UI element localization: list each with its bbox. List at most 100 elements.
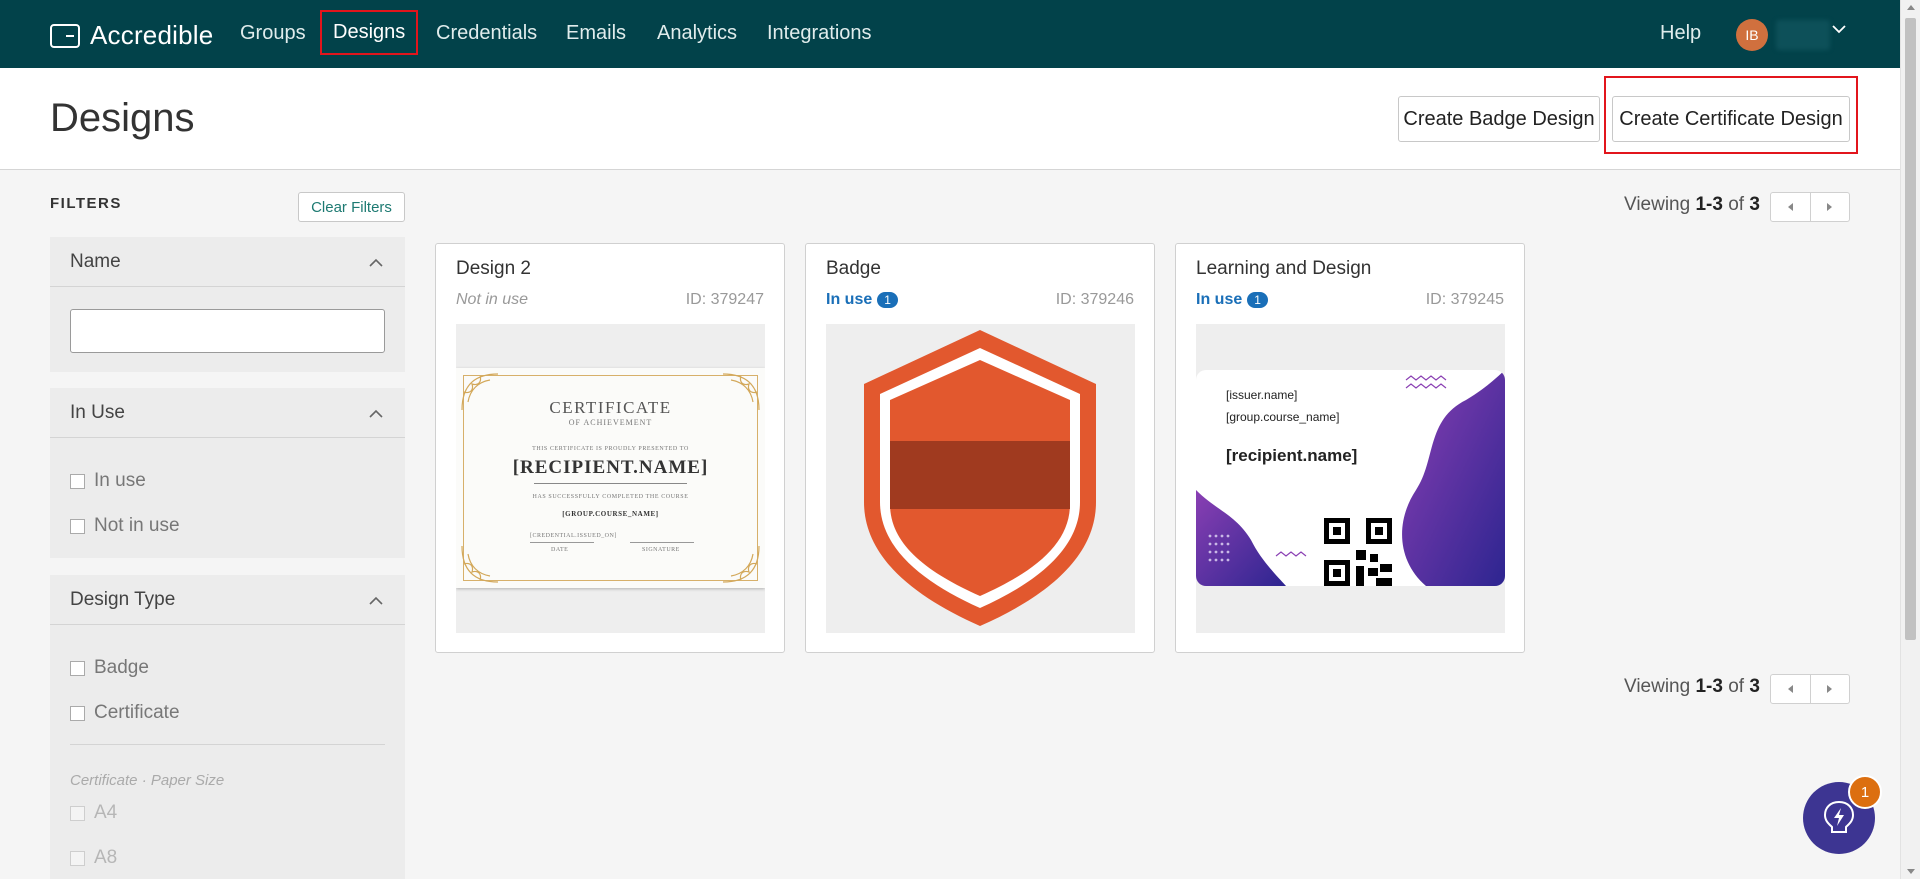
nav-groups[interactable]: Groups: [240, 22, 306, 45]
filter-certificate-option[interactable]: Certificate: [70, 702, 180, 724]
design-thumbnail[interactable]: [issuer.name] [group.course_name] [recip…: [1196, 324, 1505, 633]
filter-name-panel: Name: [50, 237, 405, 372]
course-name-placeholder: [group.course_name]: [1226, 410, 1340, 424]
scrollbar-thumb[interactable]: [1905, 18, 1916, 640]
certificate-signature-label: SIGNATURE: [642, 547, 680, 553]
design-card-title[interactable]: Learning and Design: [1196, 258, 1371, 280]
checkbox[interactable]: [70, 473, 85, 489]
design-card[interactable]: Badge In use 1 ID: 379246: [805, 243, 1155, 653]
filter-option-label: A8: [94, 847, 118, 868]
design-thumbnail[interactable]: CERTIFICATE OF ACHIEVEMENT THIS CERTIFIC…: [456, 324, 765, 633]
checkbox[interactable]: [70, 518, 85, 534]
certificate-date-label: DATE: [551, 547, 569, 553]
learning-design-preview: [issuer.name] [group.course_name] [recip…: [1196, 370, 1505, 586]
chevron-down-icon[interactable]: [1832, 22, 1846, 36]
prev-page-button[interactable]: [1771, 193, 1811, 221]
name-filter-input[interactable]: [70, 309, 385, 353]
certificate-subtitle: OF ACHIEVEMENT: [568, 418, 653, 427]
design-card-title[interactable]: Badge: [826, 258, 881, 280]
nav-analytics[interactable]: Analytics: [657, 22, 737, 45]
certificate-date-field: [CREDENTIAL.ISSUED_ON]: [530, 533, 617, 539]
top-nav: Accredible Groups Designs Credentials Em…: [0, 0, 1900, 68]
nav-designs[interactable]: Designs: [319, 10, 419, 55]
checkbox[interactable]: [70, 805, 85, 821]
design-card-id: ID: 379246: [1055, 291, 1134, 308]
chevron-up-icon[interactable]: [369, 407, 383, 421]
viewing-count-bottom: Viewing 1-3 of 3: [1624, 676, 1760, 697]
prev-page-button[interactable]: [1771, 675, 1811, 703]
filter-option-label: A4: [94, 802, 118, 823]
certificate-recipient: [RECIPIENT.NAME]: [512, 457, 709, 478]
nav-credentials[interactable]: Credentials: [436, 22, 537, 45]
checkbox[interactable]: [70, 705, 85, 721]
create-badge-design-button[interactable]: Create Badge Design: [1398, 96, 1600, 142]
design-card-status: In use 1: [826, 291, 898, 309]
nav-emails[interactable]: Emails: [566, 22, 626, 45]
filter-inuse-label: In Use: [70, 402, 125, 423]
certificate-preview: CERTIFICATE OF ACHIEVEMENT THIS CERTIFIC…: [456, 368, 765, 588]
next-page-button[interactable]: [1811, 193, 1850, 221]
filter-name-header[interactable]: Name: [50, 237, 405, 287]
page-title: Designs: [50, 96, 195, 140]
accredible-logo[interactable]: Accredible: [50, 20, 213, 51]
qr-code-icon: [1324, 518, 1392, 586]
nav-help[interactable]: Help: [1660, 22, 1701, 45]
highlight-frame: [1604, 76, 1858, 154]
corner-ornament-icon: [461, 545, 499, 583]
chevron-up-icon[interactable]: [369, 594, 383, 608]
caret-left-icon: [1787, 685, 1793, 693]
user-avatar[interactable]: IB: [1736, 19, 1768, 51]
caret-right-icon: [1827, 685, 1833, 693]
checkbox[interactable]: [70, 660, 85, 676]
design-card-id: ID: 379245: [1425, 291, 1504, 308]
divider: [534, 483, 687, 484]
filter-option-label: Badge: [94, 657, 149, 678]
pager-top: [1770, 192, 1850, 222]
issuer-name-placeholder: [issuer.name]: [1226, 388, 1298, 402]
filter-badge-option[interactable]: Badge: [70, 657, 149, 679]
caret-left-icon: [1787, 203, 1793, 211]
viewing-count-top: Viewing 1-3 of 3: [1624, 194, 1760, 215]
user-name-redacted[interactable]: [1776, 20, 1830, 50]
wallet-icon: [50, 23, 80, 48]
design-card-status: Not in use: [456, 291, 529, 308]
filter-design-type-header[interactable]: Design Type: [50, 575, 405, 625]
filter-in-use-option[interactable]: In use: [70, 470, 146, 492]
chevron-up-icon[interactable]: [369, 256, 383, 270]
certificate-course: [GROUP.COURSE_NAME]: [562, 510, 659, 518]
design-card-title[interactable]: Design 2: [456, 258, 531, 280]
filter-inuse-header[interactable]: In Use: [50, 388, 405, 438]
filter-a4-option[interactable]: A4: [70, 802, 117, 824]
checkbox[interactable]: [70, 850, 85, 866]
divider: [70, 744, 385, 745]
divider: [530, 542, 594, 543]
filter-design-type-panel: Design Type Badge Certificate Certificat…: [50, 575, 405, 879]
clear-filters-button[interactable]: Clear Filters: [298, 192, 405, 222]
certificate-title: CERTIFICATE: [549, 398, 672, 417]
design-thumbnail[interactable]: [826, 324, 1135, 633]
design-card[interactable]: Design 2 Not in use ID: 379247 CERTIFICA…: [435, 243, 785, 653]
pager-bottom: [1770, 674, 1850, 704]
filter-option-label: In use: [94, 470, 146, 491]
filters-heading: FILTERS: [50, 195, 122, 212]
design-card[interactable]: Learning and Design In use 1 ID: 379245: [1175, 243, 1525, 653]
usage-count-badge: 1: [877, 292, 898, 308]
paper-size-heading: Certificate · Paper Size: [70, 772, 225, 789]
design-card-status: In use 1: [1196, 291, 1268, 309]
recipient-name-placeholder: [recipient.name]: [1226, 446, 1358, 465]
next-page-button[interactable]: [1811, 675, 1850, 703]
filter-inuse-panel: In Use In use Not in use: [50, 388, 405, 558]
usage-count-badge: 1: [1247, 292, 1268, 308]
scroll-up-icon[interactable]: [1907, 5, 1915, 10]
design-card-id: ID: 379247: [685, 291, 764, 308]
nav-integrations[interactable]: Integrations: [767, 22, 872, 45]
filter-a8-option[interactable]: A8: [70, 847, 117, 869]
notification-badge: 1: [1848, 775, 1882, 809]
app-name: Accredible: [90, 20, 214, 50]
scroll-down-icon[interactable]: [1907, 869, 1915, 874]
page-scrollbar[interactable]: [1900, 0, 1920, 879]
corner-ornament-icon: [722, 545, 760, 583]
filter-design-type-label: Design Type: [70, 589, 176, 610]
filter-not-in-use-option[interactable]: Not in use: [70, 515, 180, 537]
certificate-completed-text: HAS SUCCESSFULLY COMPLETED THE COURSE: [532, 494, 689, 500]
